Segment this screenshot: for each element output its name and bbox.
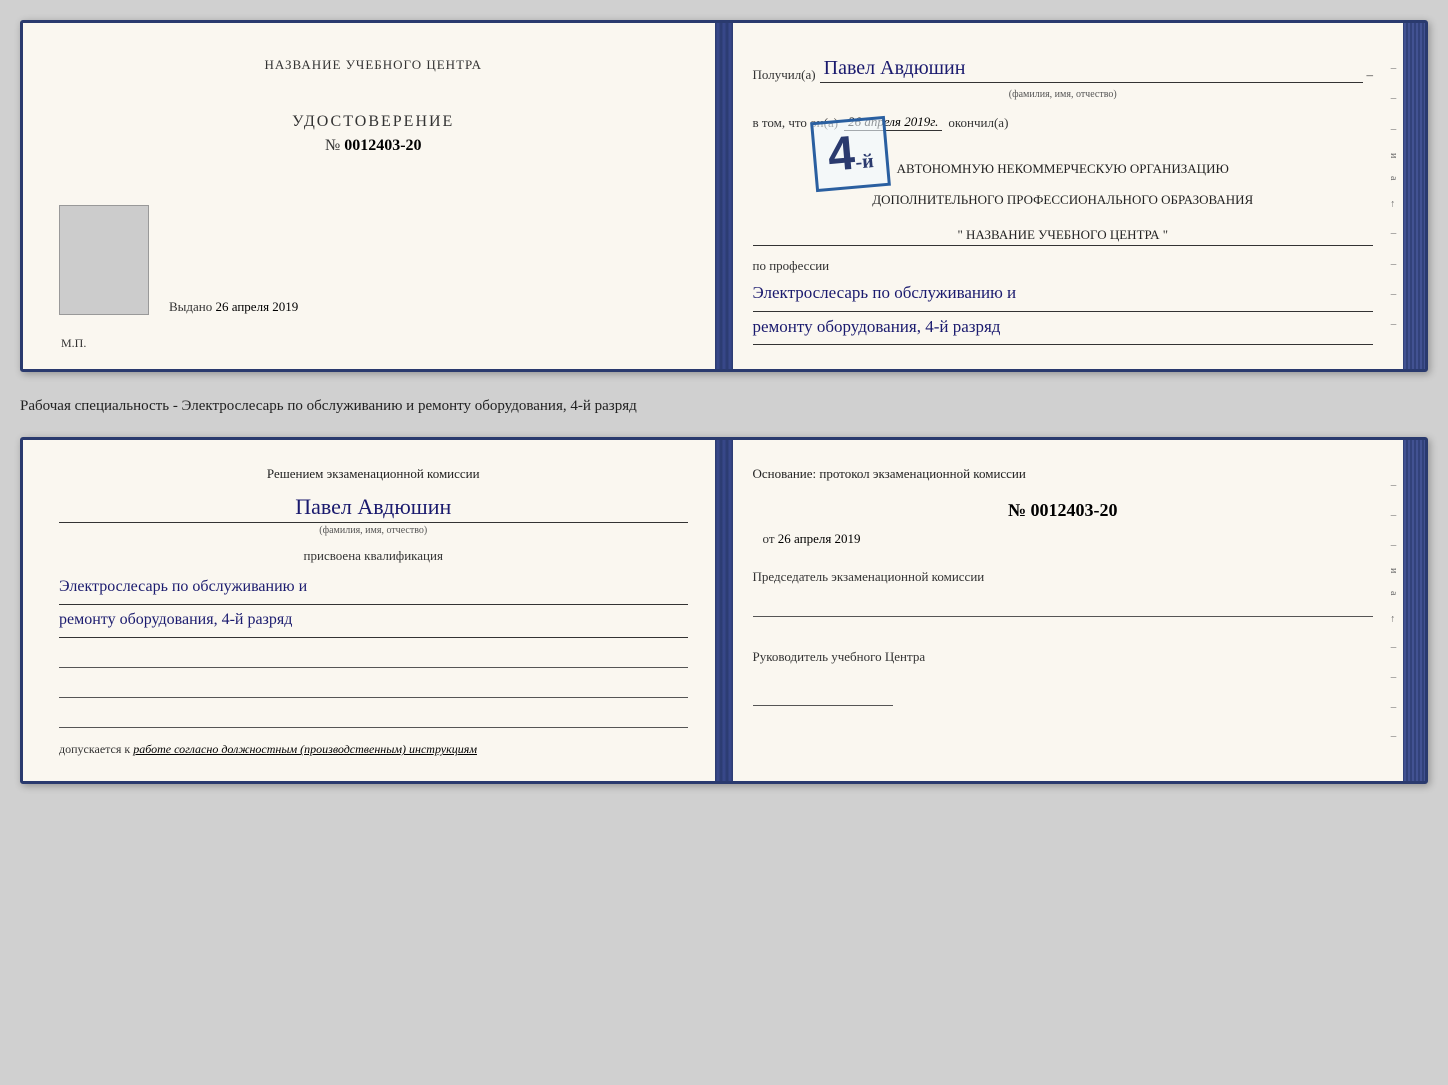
- admitted-text: допускается к работе согласно должностны…: [59, 742, 688, 757]
- grade-number: 4: [825, 127, 856, 182]
- signature-line-1: [59, 646, 688, 668]
- exam-person-name: Павел Авдюшин: [59, 494, 688, 523]
- grade-stamp: 4-й: [810, 116, 891, 192]
- finished-label: окончил(а): [948, 115, 1008, 131]
- director-label: Руководитель учебного Центра: [753, 647, 1374, 706]
- chairman-label: Председатель экзаменационной комиссии: [753, 567, 1374, 618]
- assigned-label: присвоена квалификация: [59, 548, 688, 564]
- basis-title: Основание: протокол экзаменационной коми…: [753, 464, 1374, 484]
- received-label: Получил(а): [753, 67, 816, 83]
- grade-suffix: -й: [854, 150, 874, 174]
- photo-placeholder: [59, 205, 149, 315]
- date-from-label: от: [763, 531, 775, 546]
- admitted-label: допускается к: [59, 742, 130, 756]
- qualification-line2: ремонту оборудования, 4-й разряд: [59, 605, 688, 638]
- exam-left-page: Решением экзаменационной комиссии Павел …: [23, 440, 725, 781]
- signature-line-3: [59, 706, 688, 728]
- chairman-label-text: Председатель экзаменационной комиссии: [753, 569, 985, 584]
- exam-booklet: Решением экзаменационной комиссии Павел …: [20, 437, 1428, 784]
- cert-title: УДОСТОВЕРЕНИЕ: [59, 113, 688, 131]
- signature-line-2: [59, 676, 688, 698]
- protocol-date: от 26 апреля 2019: [753, 531, 1374, 547]
- profession-label: по профессии: [753, 258, 1374, 274]
- protocol-number-value: 0012403-20: [1031, 500, 1118, 520]
- profession-line1: Электрослесарь по обслуживанию и: [753, 278, 1374, 312]
- chairman-sig-line: [753, 595, 1374, 617]
- certificate-left-page: НАЗВАНИЕ УЧЕБНОГО ЦЕНТРА УДОСТОВЕРЕНИЕ №…: [23, 23, 725, 369]
- dash-right: –: [1367, 67, 1374, 83]
- qualification-line1: Электрослесарь по обслуживанию и: [59, 572, 688, 605]
- director-sig-line: [753, 684, 893, 706]
- protocol-prefix: №: [1008, 500, 1026, 520]
- org-line2: ДОПОЛНИТЕЛЬНОГО ПРОФЕССИОНАЛЬНОГО ОБРАЗО…: [753, 190, 1374, 211]
- protocol-number: № 0012403-20: [753, 500, 1374, 521]
- cert-number-prefix: №: [325, 137, 340, 154]
- date-from-value: 26 апреля 2019: [778, 531, 861, 546]
- certificate-right-page: – – – и а ← – – – – Получил(а) Павел Авд…: [725, 23, 1426, 369]
- profession-line2: ремонту оборудования, 4-й разряд: [753, 312, 1374, 346]
- person-name-sub-right: (фамилия, имя, отчество): [753, 89, 1374, 100]
- right-margin-decoration: – – – и а ← – – – –: [1388, 53, 1399, 339]
- page-wrapper: НАЗВАНИЕ УЧЕБНОГО ЦЕНТРА УДОСТОВЕРЕНИЕ №…: [20, 20, 1428, 784]
- issued-label: Выдано: [169, 299, 212, 314]
- received-row: Получил(а) Павел Авдюшин –: [753, 57, 1374, 83]
- admitted-italic: работе согласно должностным (производств…: [133, 742, 477, 756]
- left-bottom-row: Выдано 26 апреля 2019: [59, 205, 688, 315]
- specialty-text: Рабочая специальность - Электрослесарь п…: [20, 390, 1428, 419]
- booklet-spine: [715, 23, 733, 369]
- issued-date-row: Выдано 26 апреля 2019: [169, 299, 688, 315]
- exam-person-name-sub: (фамилия, имя, отчество): [59, 525, 688, 536]
- issued-date-value: 26 апреля 2019: [216, 299, 299, 314]
- stamp-area: 4-й АВТОНОМНУЮ НЕКОММЕРЧЕСКУЮ ОРГАНИЗАЦИ…: [753, 139, 1374, 219]
- mp-label: М.П.: [61, 336, 86, 351]
- cert-number: № 0012403-20: [59, 137, 688, 155]
- exam-right-page: – – – и а ← – – – – Основание: протокол …: [725, 440, 1426, 781]
- cert-number-value: 0012403-20: [344, 137, 421, 154]
- certificate-booklet: НАЗВАНИЕ УЧЕБНОГО ЦЕНТРА УДОСТОВЕРЕНИЕ №…: [20, 20, 1428, 372]
- decision-title: Решением экзаменационной комиссии: [59, 464, 688, 484]
- director-label-text: Руководитель учебного Центра: [753, 649, 926, 664]
- institution-name-left: НАЗВАНИЕ УЧЕБНОГО ЦЕНТРА: [59, 57, 688, 73]
- org-name-quotes: " НАЗВАНИЕ УЧЕБНОГО ЦЕНТРА ": [753, 227, 1374, 246]
- exam-spine: [715, 440, 733, 781]
- exam-right-margin: – – – и а ← – – – –: [1388, 470, 1399, 751]
- person-name-right: Павел Авдюшин: [820, 57, 1363, 83]
